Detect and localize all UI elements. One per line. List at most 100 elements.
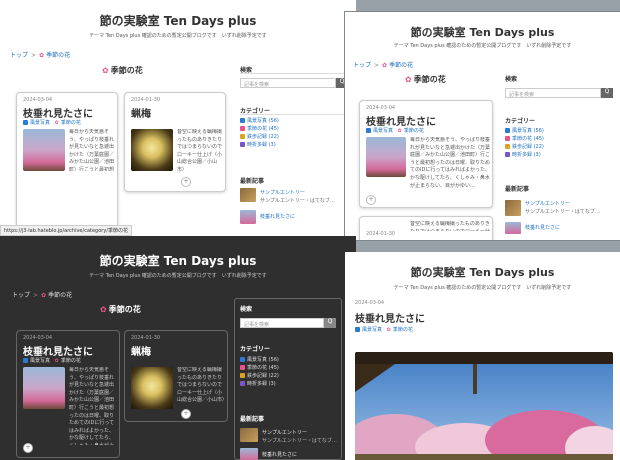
search-icon: Q xyxy=(604,88,610,95)
recent-thumbnail[interactable] xyxy=(505,222,521,234)
category-item[interactable]: 季節の花 (45) xyxy=(240,125,279,133)
folder-icon xyxy=(240,134,245,139)
post-date: 2024-01-30 xyxy=(366,231,396,237)
recent-item-title[interactable]: サンプルエントリー xyxy=(262,429,307,436)
post-thumbnail[interactable] xyxy=(23,367,65,409)
recent-heading: 最新記事 xyxy=(240,416,265,423)
post-title[interactable]: 枝垂れ見たさに xyxy=(366,113,436,128)
category-item[interactable]: 風景写真 (56) xyxy=(240,356,279,364)
recent-item-title[interactable]: 枝垂れ見たさに xyxy=(262,451,297,458)
read-more-button[interactable]: + xyxy=(181,409,191,419)
post-date: 2024-03-04 xyxy=(23,335,53,341)
site-title[interactable]: 節の実験室 Ten Days plus xyxy=(345,264,620,280)
breadcrumb-home-link[interactable]: トップ xyxy=(12,292,30,299)
post-title[interactable]: 枝垂れ見たさに xyxy=(355,310,425,325)
category-item[interactable]: 季節の花 (45) xyxy=(240,364,279,372)
recent-item-title[interactable]: 枝垂れ見たさに xyxy=(525,224,560,231)
category-item[interactable]: 時折多録 (3) xyxy=(240,141,279,149)
status-bar-url: https://j3-lab.hateblo.jp/archive/catego… xyxy=(0,225,132,236)
read-more-button[interactable]: + xyxy=(366,195,376,205)
breadcrumb: トップ > ✿ 季節の花 xyxy=(10,50,70,59)
flower-icon xyxy=(505,136,510,141)
site-title[interactable]: 節の実験室 Ten Days plus xyxy=(0,252,356,269)
post-title[interactable]: 蝋梅 xyxy=(131,343,151,358)
read-more-button[interactable]: + xyxy=(23,443,33,453)
post-card[interactable]: 2024-03-04 枝垂れ見たさに 風景写真 ✿ 季節の花 毎日から天気悪そう、… xyxy=(359,100,493,208)
folder-icon xyxy=(240,357,245,362)
post-card[interactable]: 2024-01-30 蝋梅 昔空に映える蝋梅撮ったものありきたりではつまらないの… xyxy=(124,92,226,192)
divider xyxy=(240,73,348,74)
post-title[interactable]: 蝋梅 xyxy=(131,105,151,120)
post-title[interactable]: 枝垂れ見たさに xyxy=(23,343,93,358)
post-excerpt: 毎日から天気悪そう、やっぱり枝垂れが見たいなと急遽出かけた（万葉庭園／みかた山公… xyxy=(410,137,490,189)
post-categories: 風景写真 ✿ 季節の花 xyxy=(23,357,81,364)
section-title: ✿ 季節の花 xyxy=(100,305,141,314)
post-date: 2024-01-30 xyxy=(131,335,161,341)
plum-blossom-photo xyxy=(355,352,613,460)
flower-icon: ✿ xyxy=(397,128,402,134)
post-thumbnail[interactable] xyxy=(131,367,173,409)
divider xyxy=(240,114,348,115)
search-button[interactable]: Q xyxy=(324,318,336,328)
post-main-photo[interactable] xyxy=(355,352,613,460)
folder-icon xyxy=(240,118,245,123)
search-icon: Q xyxy=(339,78,345,85)
flower-icon: ✿ xyxy=(100,305,107,314)
recent-item-title[interactable]: 枝垂れ見たさに xyxy=(260,213,295,220)
post-thumbnail[interactable] xyxy=(366,137,406,177)
recent-item-title[interactable]: サンプルエントリー xyxy=(525,200,570,207)
post-card[interactable]: 2024-01-30 蝋梅 昔空に映える蝋梅撮ったものありきたりではつまらないの… xyxy=(124,330,228,422)
breadcrumb-home-link[interactable]: トップ xyxy=(10,52,28,59)
post-thumbnail[interactable] xyxy=(131,129,173,171)
flower-icon: ✿ xyxy=(386,327,391,333)
site-subtitle: テーマ Ten Days plus 確認のための暫定公開ブログです いずれ削除予… xyxy=(393,43,572,49)
post-excerpt: 昔空に映える蝋梅撮ったものありきたりではつまらないのでローキー仕上げ（小山総合公… xyxy=(177,367,225,404)
category-item[interactable]: 時折多録 (3) xyxy=(240,380,279,388)
post-card[interactable]: 2024-03-04 枝垂れ見たさに 風景写真 ✿ 季節の花 毎日から天気悪そう、… xyxy=(16,330,120,458)
recent-item-title[interactable]: サンプルエントリー xyxy=(260,189,305,196)
flower-icon: ✿ xyxy=(41,292,47,299)
category-item[interactable]: 季節の花 (45) xyxy=(505,135,544,143)
search-input[interactable]: 記事を検索 xyxy=(505,88,601,98)
category-item[interactable]: 時折多録 (3) xyxy=(505,151,544,159)
search-heading: 検索 xyxy=(505,76,518,83)
folder-icon xyxy=(23,120,28,125)
read-more-button[interactable]: + xyxy=(181,177,191,187)
recent-thumbnail[interactable] xyxy=(240,210,256,224)
site-subtitle: テーマ Ten Days plus 確認のための暫定公開ブログです いずれ削除予… xyxy=(89,273,267,279)
post-card[interactable]: 2024-03-04 枝垂れ見たさに 風景写真 ✿ 季節の花 毎日から天気悪そう、… xyxy=(16,92,118,230)
category-list: 風景写真 (56) 季節の花 (45) 鉄歩記録 (22) 時折多録 (3) xyxy=(240,356,279,388)
category-link[interactable]: 風景写真 xyxy=(30,120,50,126)
post-thumbnail[interactable] xyxy=(23,129,65,171)
category-item[interactable]: 風景写真 (56) xyxy=(240,117,279,125)
category-link[interactable]: 季節の花 xyxy=(61,120,81,126)
search-input[interactable]: 記事を検索 xyxy=(240,78,336,88)
flower-icon: ✿ xyxy=(54,120,59,126)
breadcrumb: トップ > ✿ 季節の花 xyxy=(12,292,73,299)
breadcrumb-home-link[interactable]: トップ xyxy=(353,62,371,69)
category-item[interactable]: 鉄歩記録 (22) xyxy=(240,133,279,141)
light-desktop-view: 節の実験室 Ten Days plus テーマ Ten Days plus 確認… xyxy=(0,0,356,236)
post-card[interactable]: 昔空に映える蝋梅撮ったものありきたりではつまらないのでローキー仕上げ（小山総合公… xyxy=(359,216,493,240)
category-item[interactable]: 風景写真 (56) xyxy=(505,127,544,135)
recent-heading: 最新記事 xyxy=(240,178,265,185)
post-title[interactable]: 枝垂れ見たさに xyxy=(23,105,93,120)
recent-thumbnail[interactable] xyxy=(240,448,258,460)
recent-thumbnail[interactable] xyxy=(505,200,521,216)
search-button[interactable]: Q xyxy=(601,88,613,98)
post-excerpt: 昔空に映える蝋梅撮ったものありきたりではつまらないのでローキー仕上げ（小山総合公… xyxy=(410,221,490,231)
post-categories: 風景写真 ✿ 季節の花 xyxy=(23,119,81,126)
post-date: 2024-03-04 xyxy=(23,97,53,103)
light-mobile-view: 節の実験室 Ten Days plus テーマ Ten Days plus 確認… xyxy=(345,252,620,460)
light-tablet-view: 節の実験室 Ten Days plus テーマ Ten Days plus 確認… xyxy=(345,12,620,240)
folder-icon xyxy=(240,381,245,386)
category-item[interactable]: 鉄歩記録 (22) xyxy=(505,143,544,151)
section-title: ✿ 季節の花 xyxy=(102,66,143,75)
recent-thumbnail[interactable] xyxy=(240,188,256,202)
search-input[interactable]: 記事を検索 xyxy=(240,318,324,328)
folder-icon xyxy=(505,128,510,133)
site-title[interactable]: 節の実験室 Ten Days plus xyxy=(0,12,356,29)
category-item[interactable]: 鉄歩記録 (22) xyxy=(240,372,279,380)
recent-thumbnail[interactable] xyxy=(240,428,258,442)
site-title[interactable]: 節の実験室 Ten Days plus xyxy=(345,24,620,40)
